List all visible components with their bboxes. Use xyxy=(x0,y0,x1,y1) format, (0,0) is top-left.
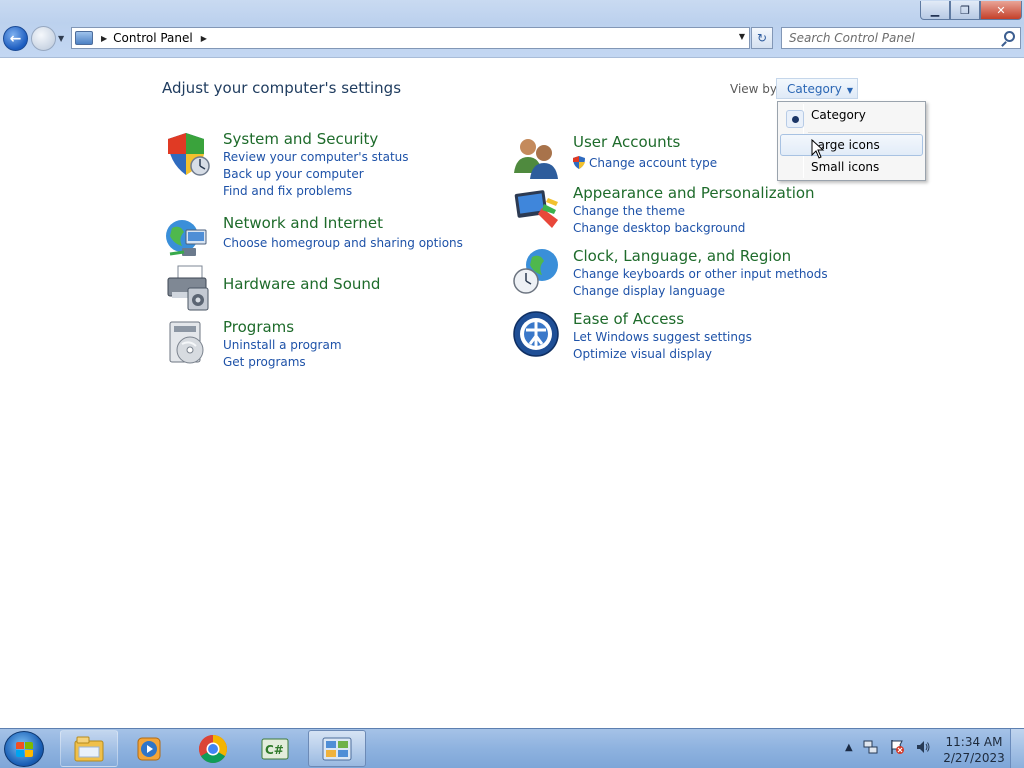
page-title: Adjust your computer's settings xyxy=(162,79,402,97)
category-programs: Programs Uninstall a program Get program… xyxy=(162,318,462,369)
menu-item-category[interactable]: Category xyxy=(780,104,923,128)
window-controls: ▁ ❐ ✕ xyxy=(920,1,1022,20)
view-by-menu: Category Large icons Small icons xyxy=(777,101,926,181)
category-appearance: Appearance and Personalization Change th… xyxy=(512,184,815,235)
taskbar-clock[interactable]: 11:34 AM 2/27/2023 xyxy=(940,734,1008,766)
taskbar-explorer[interactable] xyxy=(60,730,118,767)
dropdown-caret-icon: ▼ xyxy=(846,86,853,95)
category-link[interactable]: Uninstall a program xyxy=(223,338,342,352)
menu-separator xyxy=(808,132,920,133)
mouse-pointer-icon xyxy=(811,139,825,159)
system-tray: ▲ xyxy=(845,739,931,755)
category-title[interactable]: Hardware and Sound xyxy=(223,275,380,293)
taskbar-chrome[interactable] xyxy=(184,730,242,767)
category-clock-language-region: Clock, Language, and Region Change keybo… xyxy=(512,247,828,298)
view-by-value: Category xyxy=(787,82,842,96)
network-icon[interactable] xyxy=(863,739,879,755)
search-icon[interactable] xyxy=(1004,31,1015,42)
uac-shield-icon xyxy=(573,156,585,169)
maximize-button[interactable]: ❐ xyxy=(950,1,980,20)
users-icon[interactable] xyxy=(512,133,560,181)
breadcrumb-chevron-icon[interactable]: ▶ xyxy=(201,34,207,43)
restore-icon: ❐ xyxy=(960,3,970,17)
category-link[interactable]: Let Windows suggest settings xyxy=(573,330,752,344)
address-history-dropdown-icon[interactable]: ▼ xyxy=(739,32,745,41)
category-link[interactable]: Change keyboards or other input methods xyxy=(573,267,828,281)
category-title[interactable]: System and Security xyxy=(223,130,378,148)
refresh-button[interactable]: ↻ xyxy=(751,27,773,49)
show-desktop-button[interactable] xyxy=(1010,729,1024,768)
menu-item-label: Small icons xyxy=(811,160,880,174)
minimize-button[interactable]: ▁ xyxy=(920,1,950,20)
printer-speaker-icon[interactable] xyxy=(162,264,210,312)
view-by-dropdown[interactable]: Category ▼ xyxy=(776,78,858,99)
volume-icon[interactable] xyxy=(915,739,931,755)
windows-explorer-icon xyxy=(74,736,104,761)
close-button[interactable]: ✕ xyxy=(980,1,1022,20)
control-panel-icon xyxy=(322,737,352,760)
category-link[interactable]: Get programs xyxy=(223,355,306,369)
breadcrumb-separator-icon[interactable]: ▶ xyxy=(101,34,107,43)
category-link[interactable]: Review your computer's status xyxy=(223,150,409,164)
search-box[interactable] xyxy=(781,27,1021,49)
start-button[interactable] xyxy=(4,731,44,767)
category-title[interactable]: Clock, Language, and Region xyxy=(573,247,791,265)
breadcrumb-control-panel[interactable]: Control Panel xyxy=(113,31,193,45)
menu-item-small-icons[interactable]: Small icons xyxy=(780,156,923,178)
back-arrow-icon: ← xyxy=(9,30,22,47)
category-link[interactable]: Optimize visual display xyxy=(573,347,712,361)
menu-item-label: Category xyxy=(811,108,866,122)
action-center-flag-icon[interactable] xyxy=(889,739,905,755)
taskbar-control-panel[interactable] xyxy=(308,730,366,767)
shield-icon[interactable] xyxy=(162,130,210,178)
monitor-paint-icon[interactable] xyxy=(512,184,560,232)
window-chrome: ▁ ❐ ✕ ← ▼ ▶ Control Panel ▶ ▼ ↻ xyxy=(0,0,1024,58)
globe-clock-icon[interactable] xyxy=(512,247,560,295)
category-network-internet: Network and Internet Choose homegroup an… xyxy=(162,214,463,264)
category-user-accounts: User Accounts Change account type xyxy=(512,133,772,181)
clock-date: 2/27/2023 xyxy=(943,751,1005,765)
chrome-icon xyxy=(199,734,227,763)
category-title[interactable]: Appearance and Personalization xyxy=(573,184,815,202)
svg-text:C#: C# xyxy=(265,743,284,757)
category-link[interactable]: Change account type xyxy=(589,156,717,170)
address-bar[interactable]: ▶ Control Panel ▶ ▼ xyxy=(71,27,750,49)
category-link[interactable]: Find and fix problems xyxy=(223,184,352,198)
csharp-icon: C# xyxy=(261,738,289,759)
network-globe-icon[interactable] xyxy=(162,214,210,262)
close-icon: ✕ xyxy=(996,3,1006,17)
menu-item-large-icons[interactable]: Large icons xyxy=(780,134,923,156)
category-title[interactable]: Network and Internet xyxy=(223,214,383,232)
category-link[interactable]: Back up your computer xyxy=(223,167,364,181)
back-button[interactable]: ← xyxy=(3,26,28,51)
show-hidden-icons-icon[interactable]: ▲ xyxy=(845,742,853,753)
category-link[interactable]: Change the theme xyxy=(573,204,685,218)
taskbar: C# ▲ 11:34 AM 2/27/2023 xyxy=(0,728,1024,768)
radio-selected-icon xyxy=(786,110,804,128)
ease-of-access-icon[interactable] xyxy=(512,310,560,358)
minimize-icon: ▁ xyxy=(930,3,940,17)
refresh-icon: ↻ xyxy=(756,31,768,45)
windows-logo-icon xyxy=(16,742,34,758)
control-panel-small-icon xyxy=(75,31,93,45)
media-player-icon xyxy=(137,737,161,760)
category-link[interactable]: Change display language xyxy=(573,284,725,298)
category-title[interactable]: Programs xyxy=(223,318,294,336)
forward-button[interactable] xyxy=(31,26,56,51)
category-system-security: System and Security Review your computer… xyxy=(162,130,462,200)
clock-time: 11:34 AM xyxy=(945,735,1003,749)
programs-disc-icon[interactable] xyxy=(162,318,210,366)
view-by-label: View by: xyxy=(730,82,781,96)
category-title[interactable]: Ease of Access xyxy=(573,310,684,328)
taskbar-media-player[interactable] xyxy=(120,730,178,767)
recent-pages-dropdown[interactable]: ▼ xyxy=(58,34,64,43)
category-title[interactable]: User Accounts xyxy=(573,133,680,151)
category-hardware-sound: Hardware and Sound xyxy=(162,264,462,314)
category-link[interactable]: Choose homegroup and sharing options xyxy=(223,236,463,250)
taskbar-csharp[interactable]: C# xyxy=(246,730,304,767)
category-link[interactable]: Change desktop background xyxy=(573,221,745,235)
search-input[interactable] xyxy=(789,31,994,45)
category-ease-of-access: Ease of Access Let Windows suggest setti… xyxy=(512,310,812,361)
